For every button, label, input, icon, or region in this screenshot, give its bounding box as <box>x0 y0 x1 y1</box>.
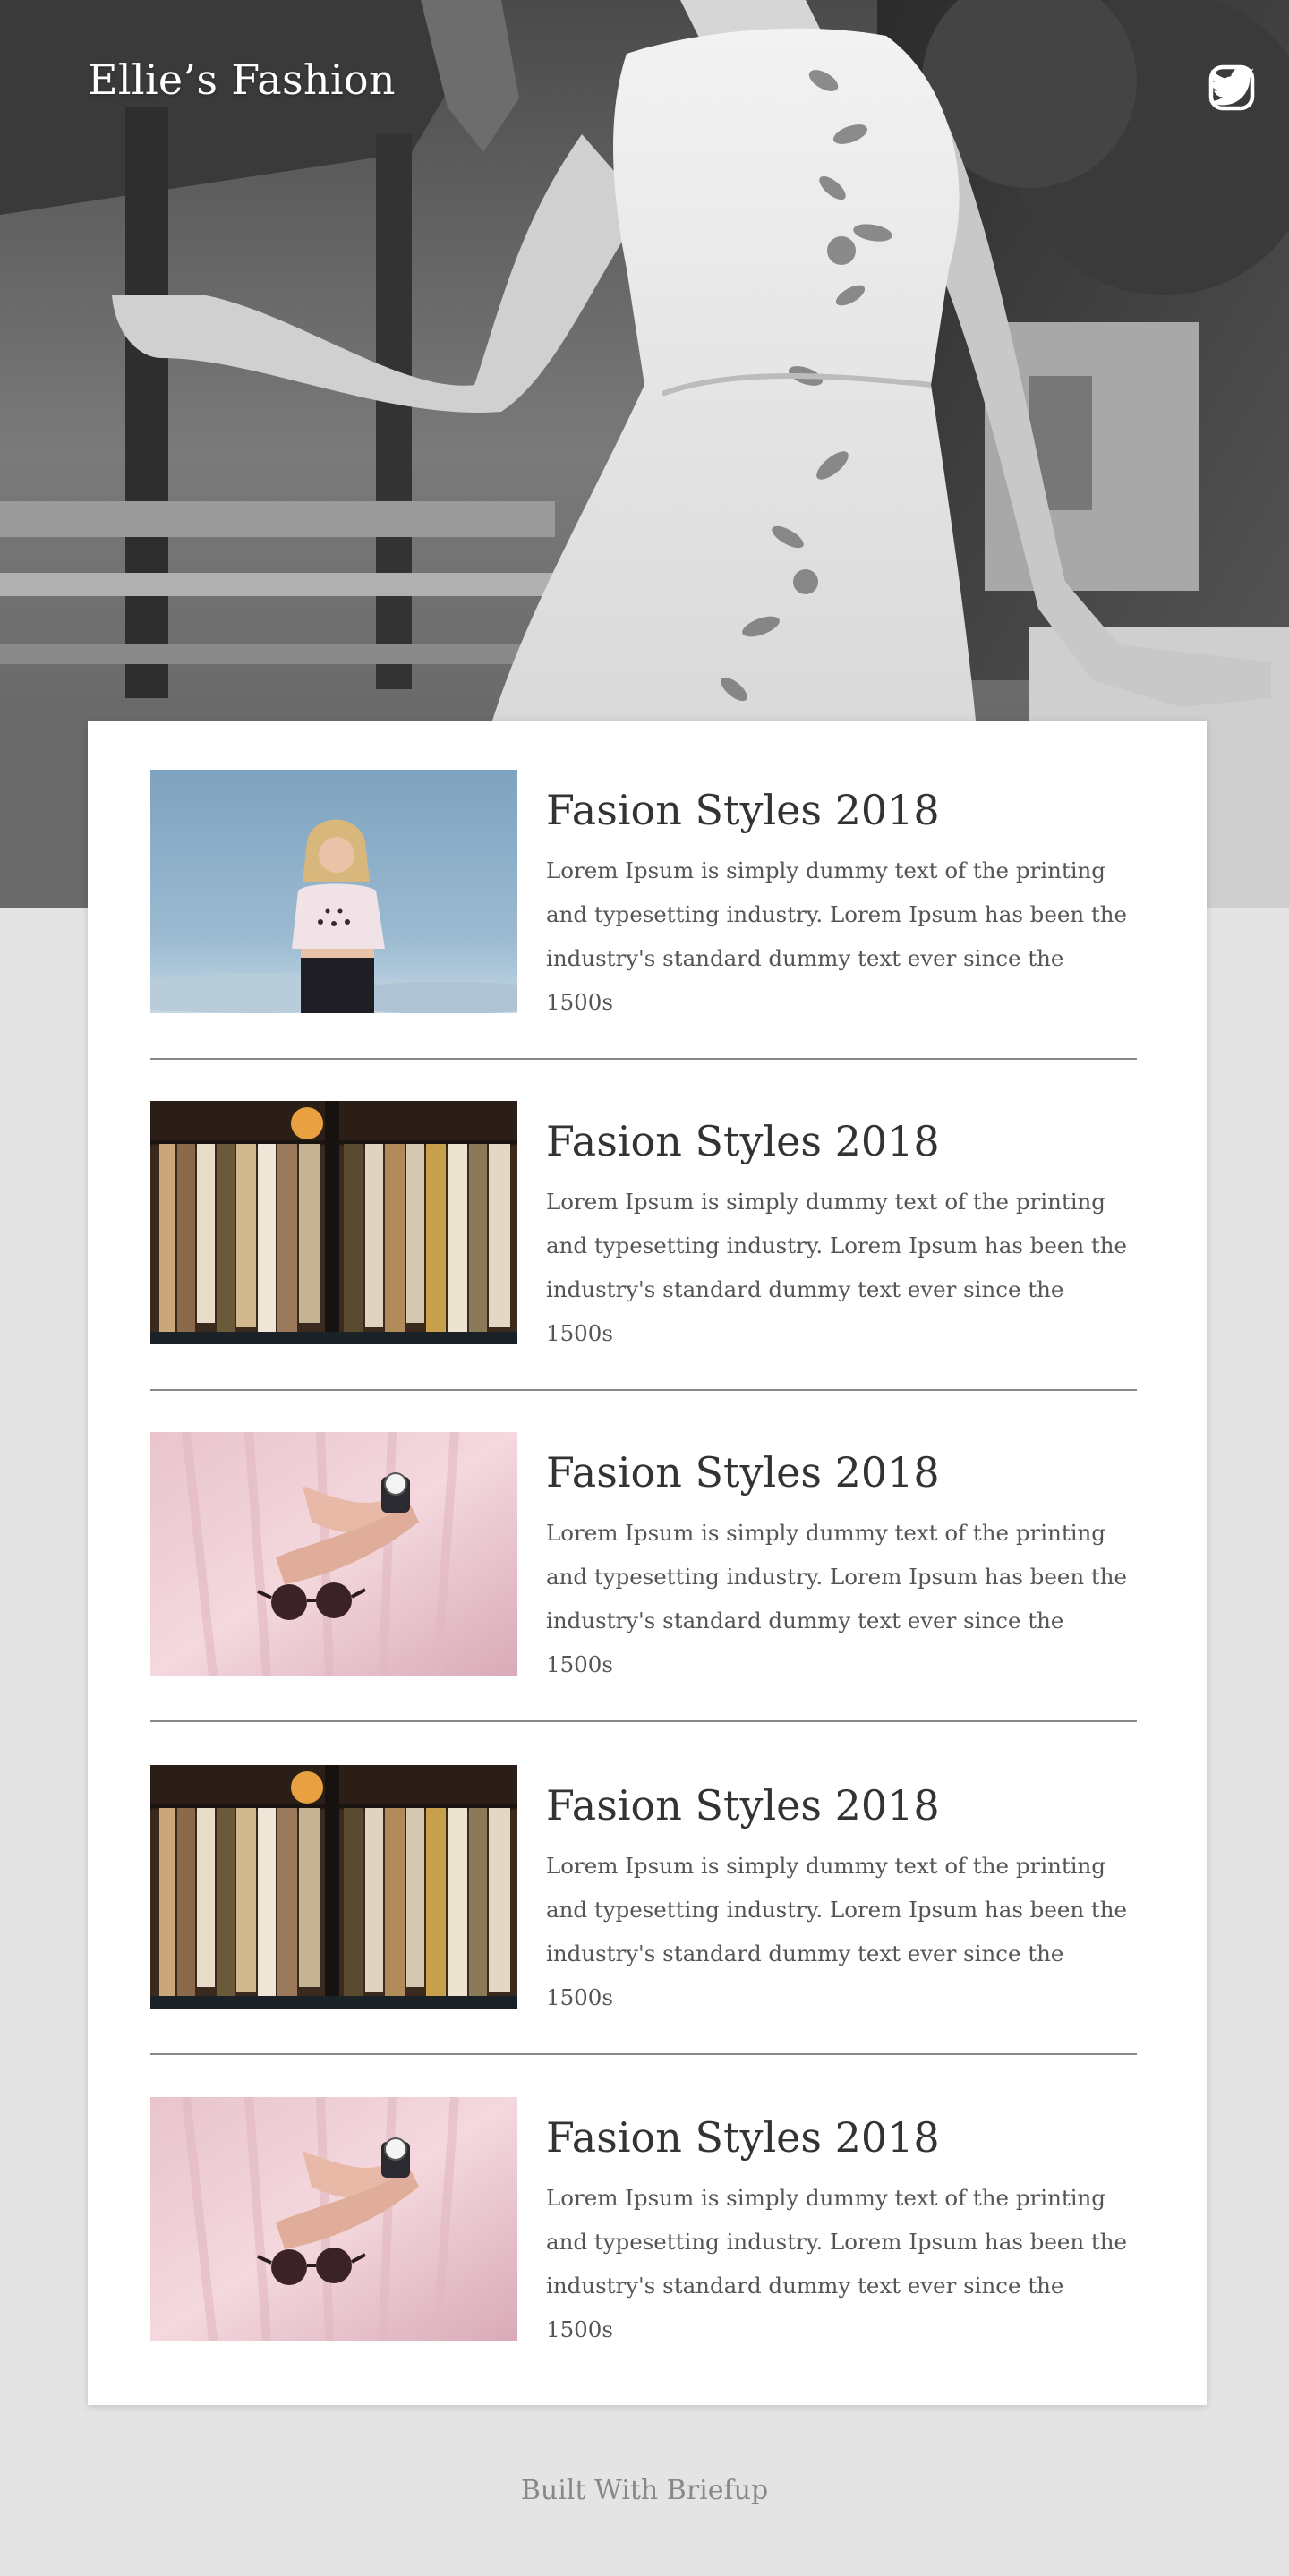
post-title[interactable]: Fasion Styles 2018 <box>546 1781 940 1830</box>
post-item[interactable]: Fasion Styles 2018 Lorem Ipsum is simply… <box>150 1101 1137 1346</box>
pink-skirt-sunglasses-photo <box>150 2097 517 2341</box>
clothing-racks-photo <box>150 1101 517 1344</box>
post-title[interactable]: Fasion Styles 2018 <box>546 1448 940 1497</box>
post-thumbnail[interactable] <box>150 770 517 1013</box>
post-excerpt: Lorem Ipsum is simply dummy text of the … <box>546 1189 1128 1346</box>
post-thumbnail[interactable] <box>150 1432 517 1676</box>
divider <box>150 1058 1137 1060</box>
post-thumbnail[interactable] <box>150 1765 517 2009</box>
divider <box>150 2053 1137 2055</box>
woman-blonde-hair-photo <box>150 770 517 1013</box>
post-item[interactable]: Fasion Styles 2018 Lorem Ipsum is simply… <box>150 2097 1137 2342</box>
brand-logo[interactable]: Ellie’s Fashion <box>88 55 396 104</box>
posts-card: Fasion Styles 2018 Lorem Ipsum is simply… <box>88 721 1207 2405</box>
post-thumbnail[interactable] <box>150 2097 517 2341</box>
post-item[interactable]: Fasion Styles 2018 Lorem Ipsum is simply… <box>150 1432 1137 1677</box>
post-title[interactable]: Fasion Styles 2018 <box>546 2113 940 2162</box>
post-excerpt: Lorem Ipsum is simply dummy text of the … <box>546 1853 1128 2010</box>
post-excerpt: Lorem Ipsum is simply dummy text of the … <box>546 857 1128 1015</box>
footer-credit[interactable]: Built With Briefup <box>0 2475 1289 2506</box>
post-title[interactable]: Fasion Styles 2018 <box>546 1117 940 1165</box>
divider <box>150 1720 1137 1722</box>
twitter-icon[interactable] <box>1207 63 1257 113</box>
post-item[interactable]: Fasion Styles 2018 Lorem Ipsum is simply… <box>150 1765 1137 2010</box>
pink-skirt-sunglasses-photo <box>150 1432 517 1676</box>
post-item[interactable]: Fasion Styles 2018 Lorem Ipsum is simply… <box>150 770 1137 1015</box>
post-excerpt: Lorem Ipsum is simply dummy text of the … <box>546 2185 1128 2342</box>
post-thumbnail[interactable] <box>150 1101 517 1344</box>
post-excerpt: Lorem Ipsum is simply dummy text of the … <box>546 1520 1128 1677</box>
post-title[interactable]: Fasion Styles 2018 <box>546 786 940 834</box>
clothing-racks-photo <box>150 1765 517 2009</box>
divider <box>150 1389 1137 1391</box>
